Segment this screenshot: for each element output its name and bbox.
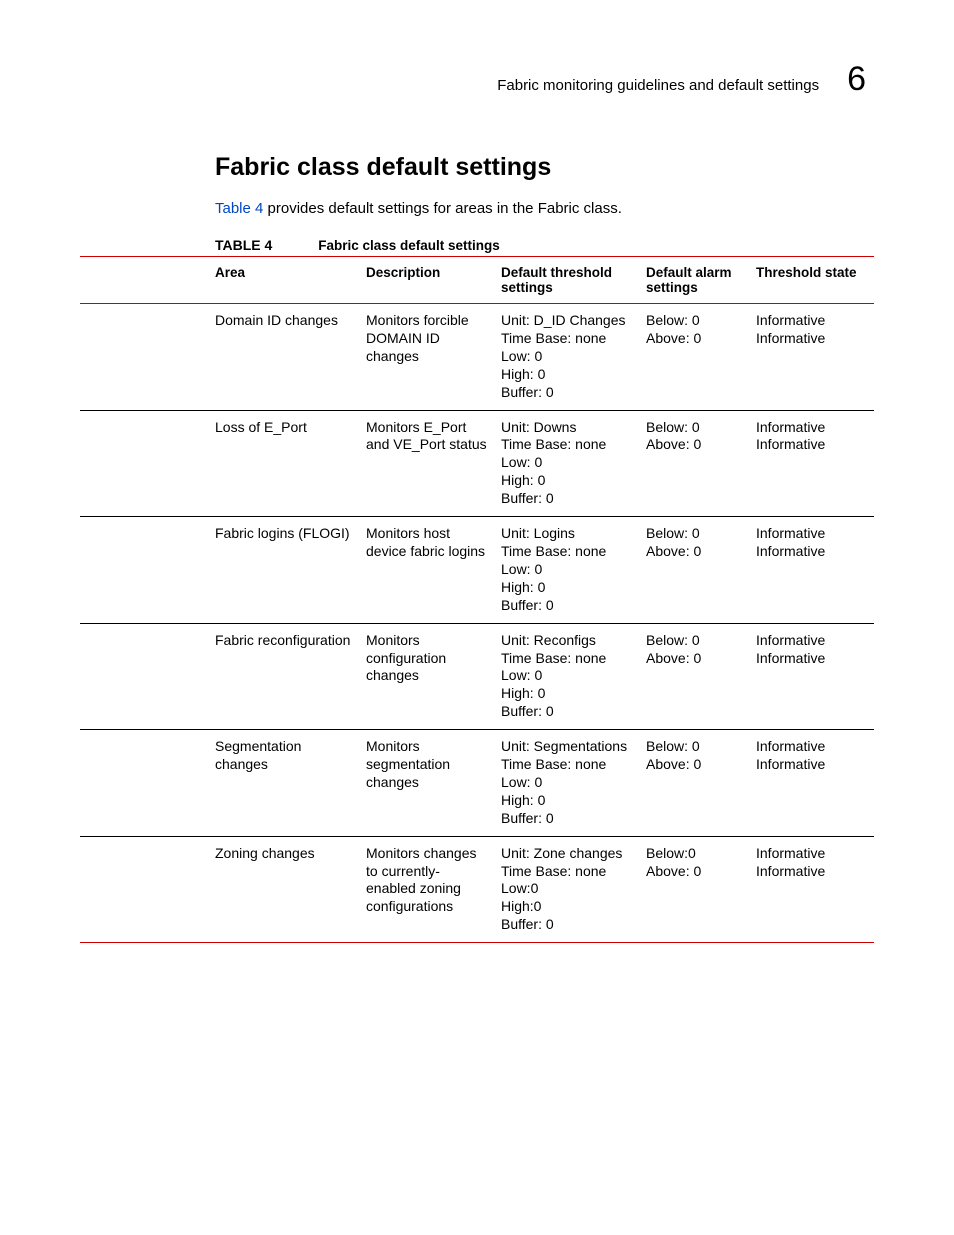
table-caption-label: TABLE 4	[215, 237, 272, 253]
cell-state: Informative Informative	[750, 836, 874, 943]
table-caption-title: Fabric class default settings	[318, 238, 500, 253]
cell-state: Informative Informative	[750, 730, 874, 837]
cell-state: Informative Informative	[750, 410, 874, 517]
header-section-title: Fabric monitoring guidelines and default…	[497, 77, 819, 94]
cell-desc: Monitors host device fabric logins	[360, 517, 495, 624]
header-section-number: 6	[847, 60, 866, 99]
cell-area: Zoning changes	[80, 836, 360, 943]
table-caption: TABLE 4 Fabric class default settings	[80, 237, 874, 253]
cell-alarm: Below: 0 Above: 0	[640, 730, 750, 837]
cell-alarm: Below: 0 Above: 0	[640, 304, 750, 411]
settings-table: Area Description Default threshold setti…	[80, 256, 874, 943]
cell-area: Domain ID changes	[80, 304, 360, 411]
table-header-row: Area Description Default threshold setti…	[80, 257, 874, 304]
table-reference-link[interactable]: Table 4	[215, 200, 263, 217]
intro-paragraph: Table 4 provides default settings for ar…	[80, 200, 874, 217]
page-header: Fabric monitoring guidelines and default…	[80, 60, 874, 99]
table-body: Domain ID changes Monitors forcible DOMA…	[80, 304, 874, 943]
cell-state: Informative Informative	[750, 304, 874, 411]
cell-alarm: Below: 0 Above: 0	[640, 623, 750, 730]
col-area: Area	[80, 257, 360, 304]
cell-desc: Monitors forcible DOMAIN ID changes	[360, 304, 495, 411]
cell-thresh: Unit: Segmentations Time Base: none Low:…	[495, 730, 640, 837]
cell-thresh: Unit: Zone changes Time Base: none Low:0…	[495, 836, 640, 943]
cell-thresh: Unit: D_ID Changes Time Base: none Low: …	[495, 304, 640, 411]
table-row: Loss of E_Port Monitors E_Port and VE_Po…	[80, 410, 874, 517]
cell-thresh: Unit: Downs Time Base: none Low: 0 High:…	[495, 410, 640, 517]
col-state: Threshold state	[750, 257, 874, 304]
col-threshold: Default threshold settings	[495, 257, 640, 304]
table-row: Segmentation changes Monitors segmentati…	[80, 730, 874, 837]
page-title: Fabric class default settings	[80, 153, 874, 182]
cell-area: Fabric logins (FLOGI)	[80, 517, 360, 624]
intro-text: provides default settings for areas in t…	[263, 200, 622, 217]
col-description: Description	[360, 257, 495, 304]
col-alarm: Default alarm settings	[640, 257, 750, 304]
page: Fabric monitoring guidelines and default…	[0, 0, 954, 1235]
cell-state: Informative Informative	[750, 623, 874, 730]
cell-desc: Monitors changes to currently-enabled zo…	[360, 836, 495, 943]
table-row: Zoning changes Monitors changes to curre…	[80, 836, 874, 943]
cell-area: Loss of E_Port	[80, 410, 360, 517]
cell-desc: Monitors E_Port and VE_Port status	[360, 410, 495, 517]
cell-thresh: Unit: Reconfigs Time Base: none Low: 0 H…	[495, 623, 640, 730]
table-row: Fabric logins (FLOGI) Monitors host devi…	[80, 517, 874, 624]
cell-alarm: Below: 0 Above: 0	[640, 517, 750, 624]
cell-state: Informative Informative	[750, 517, 874, 624]
table-row: Domain ID changes Monitors forcible DOMA…	[80, 304, 874, 411]
cell-alarm: Below: 0 Above: 0	[640, 410, 750, 517]
cell-alarm: Below:0 Above: 0	[640, 836, 750, 943]
cell-desc: Monitors configuration changes	[360, 623, 495, 730]
cell-area: Segmentation changes	[80, 730, 360, 837]
cell-thresh: Unit: Logins Time Base: none Low: 0 High…	[495, 517, 640, 624]
cell-area: Fabric reconfiguration	[80, 623, 360, 730]
table-row: Fabric reconfiguration Monitors configur…	[80, 623, 874, 730]
cell-desc: Monitors segmentation changes	[360, 730, 495, 837]
